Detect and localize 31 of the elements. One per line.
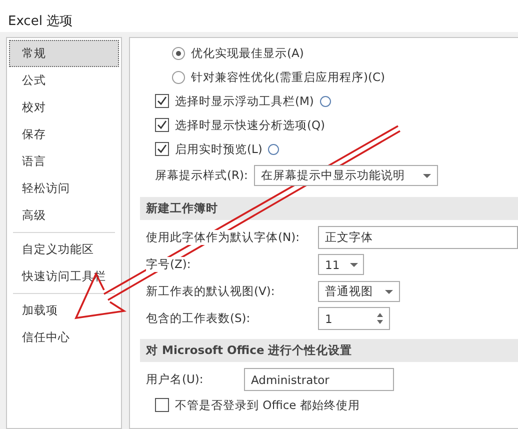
field-label: 字号(Z): xyxy=(146,257,191,272)
window-title: Excel 选项 xyxy=(0,0,518,32)
option-label: 不管是否登录到 Office 都始终使用 xyxy=(175,398,360,412)
sidebar-item[interactable]: 校对 xyxy=(9,94,119,121)
section-heading: 对 Microsoft Office 进行个性化设置 xyxy=(140,339,518,362)
field-label: 屏幕提示样式(R): xyxy=(155,168,248,183)
spin-field[interactable]: 1 xyxy=(318,307,390,330)
option-label: 优化实现最佳显示(A) xyxy=(191,46,304,60)
field-label: 使用此字体作为默认字体(N): xyxy=(146,230,300,245)
sidebar-item[interactable]: 公式 xyxy=(9,67,119,94)
font-field[interactable]: 正文字体 xyxy=(318,226,518,249)
username-field[interactable]: Administrator xyxy=(244,368,394,391)
sidebar-item[interactable]: 自定义功能区 xyxy=(9,236,119,263)
dropdown[interactable]: 普通视图 xyxy=(318,281,400,302)
sidebar-item[interactable]: 常规 xyxy=(9,40,119,67)
sidebar-item[interactable]: 信任中心 xyxy=(9,324,119,351)
field-label: 包含的工作表数(S): xyxy=(146,311,250,326)
section-heading: 新建工作簿时 xyxy=(140,197,518,220)
field-label: 用户名(U): xyxy=(146,372,204,387)
field-label: 新工作表的默认视图(V): xyxy=(146,284,275,299)
sidebar-item[interactable]: 高级 xyxy=(9,202,119,229)
sidebar-item[interactable]: 轻松访问 xyxy=(9,175,119,202)
dropdown[interactable]: 11 xyxy=(318,254,364,275)
sidebar-item[interactable]: 加载项 xyxy=(9,297,119,324)
option-label: 选择时显示浮动工具栏(M) xyxy=(175,94,314,108)
option-label: 选择时显示快速分析选项(Q) xyxy=(175,118,326,132)
option-label: 启用实时预览(L) xyxy=(175,142,262,156)
sidebar-item[interactable]: 保存 xyxy=(9,121,119,148)
sidebar-item[interactable]: 语言 xyxy=(9,148,119,175)
option-label: 针对兼容性优化(需重启应用程序)(C) xyxy=(191,70,385,84)
dropdown[interactable]: 在屏幕提示中显示功能说明 xyxy=(254,165,438,186)
